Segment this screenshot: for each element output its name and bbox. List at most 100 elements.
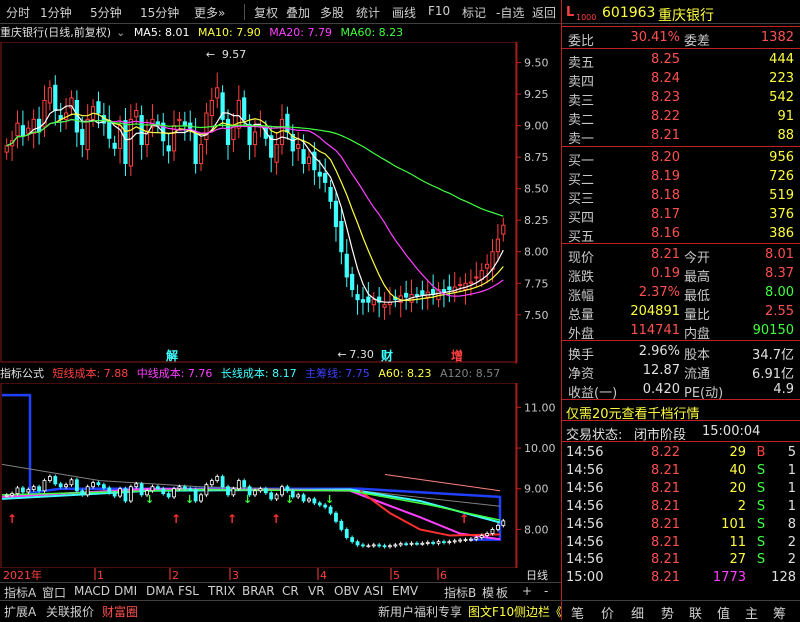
related-quote-button[interactable]: 关联报价 xyxy=(46,603,94,620)
tab-trend[interactable]: 势 xyxy=(661,603,674,622)
indicator-title[interactable]: 指标公式 xyxy=(0,367,44,380)
tab-indicator-b[interactable]: 指标B xyxy=(444,584,476,601)
candle-body xyxy=(344,253,349,278)
bid-volume: 726 xyxy=(769,169,794,184)
tab-timeshare[interactable]: 分时 xyxy=(6,4,30,21)
tab-detail[interactable]: 细 xyxy=(631,603,644,622)
tab-cr[interactable]: CR xyxy=(282,584,299,598)
tab-emv[interactable]: EMV xyxy=(392,584,418,598)
mini-candle-body xyxy=(91,482,95,488)
bid-row[interactable]: 买二 8.19 726 xyxy=(562,167,800,188)
indicator-chart[interactable]: 11.00 10.00 9.00 8.00 ↑ ↑ ↑ ↑ ↑ ↓ ↓ ↓ ↓ ↓ xyxy=(0,383,558,568)
bid-row[interactable]: 买三 8.18 519 xyxy=(562,186,800,207)
mini-candle-body xyxy=(393,544,398,547)
bid-volume: 376 xyxy=(769,207,794,222)
draw-line-button[interactable]: 画线 xyxy=(392,4,416,21)
y-tick-label: 8.25 xyxy=(524,214,549,227)
trade-side: S xyxy=(756,552,766,568)
adjust-button[interactable]: 复权 xyxy=(254,4,278,21)
chevron-down-icon[interactable]: ⌄ xyxy=(116,26,125,39)
tab-5min[interactable]: 5分钟 xyxy=(90,4,122,21)
tab-dmi[interactable]: DMI xyxy=(114,584,137,598)
mini-candle-body xyxy=(64,484,68,488)
candle-body xyxy=(209,99,214,117)
tab-vr[interactable]: VR xyxy=(308,584,325,598)
weicha-label: 委差 xyxy=(684,34,711,49)
tab-fsl[interactable]: FSL xyxy=(178,584,199,598)
trade-price: 8.21 xyxy=(651,498,680,514)
mini-candle-body xyxy=(404,543,409,546)
candlestick-chart[interactable]: 9.50 9.25 9.00 8.75 8.50 8.25 8.00 7.75 7.50 9.57… xyxy=(0,42,558,364)
tab-board[interactable]: 板 xyxy=(496,584,508,601)
zoom-in-button[interactable]: + xyxy=(522,584,532,598)
tab-main[interactable]: 主 xyxy=(745,603,758,622)
tab-price[interactable]: 价 xyxy=(601,603,614,622)
tab-macd[interactable]: MACD xyxy=(74,584,110,598)
y-tick-label: 9.50 xyxy=(524,57,549,70)
tab-window[interactable]: 窗口 xyxy=(42,584,66,601)
add-watchlist-button[interactable]: -自选 xyxy=(496,4,524,21)
mini-candle-body xyxy=(161,488,166,495)
tab-value[interactable]: 值 xyxy=(717,603,730,622)
ma10-legend: MA10: 7.90 xyxy=(198,26,261,39)
mini-candle-body xyxy=(317,502,322,506)
sell-arrow-icon: ↓ xyxy=(243,493,252,506)
tab-chips[interactable]: 筹 xyxy=(773,603,786,622)
extend-a-button[interactable]: 扩展A xyxy=(4,603,36,620)
wealth-circle-button[interactable]: 财富圈 xyxy=(102,603,138,620)
quote-tabs: 笔 价 细 势 联 值 主 筹 xyxy=(561,600,800,622)
tab-trix[interactable]: TRIX xyxy=(208,584,235,598)
mini-candle-body xyxy=(155,486,160,490)
promo-row[interactable]: 仅需20元查看千档行情 xyxy=(562,401,800,422)
event-marker-1: 财 xyxy=(380,348,393,363)
overlay-button[interactable]: 叠加 xyxy=(286,4,310,21)
tab-more[interactable]: 更多» xyxy=(194,4,225,21)
month-label: 4 xyxy=(320,569,327,582)
bid-row[interactable]: 买一 8.20 956 xyxy=(562,148,800,169)
f10-text-button[interactable]: 图文F10 xyxy=(468,603,514,620)
tab-dma[interactable]: DMA xyxy=(146,584,174,598)
trade-side: B xyxy=(756,445,766,460)
candle-body xyxy=(414,294,420,297)
ask-price: 8.22 xyxy=(651,109,680,124)
trade-side: S xyxy=(756,480,766,496)
tab-obv[interactable]: OBV xyxy=(334,584,360,598)
tab-ticks[interactable]: 笔 xyxy=(571,603,584,622)
tab-template[interactable]: 模 xyxy=(482,584,494,601)
tab-linked[interactable]: 联 xyxy=(689,603,702,622)
mini-candle-body xyxy=(296,494,301,498)
ask-row[interactable]: 卖三 8.23 542 xyxy=(562,88,800,109)
long-cost-legend: 长线成本: 8.17 xyxy=(220,367,297,380)
zoom-out-button[interactable]: - xyxy=(544,584,548,598)
indicator-plot-frame xyxy=(0,383,518,568)
level-badge: L xyxy=(566,5,575,20)
ask-row[interactable]: 卖四 8.24 223 xyxy=(562,69,800,90)
upper-band-line xyxy=(384,474,501,492)
sidebar-toggle-button[interactable]: 侧边栏《 xyxy=(514,603,562,620)
ask-row[interactable]: 卖五 8.25 444 xyxy=(562,50,800,71)
back-button[interactable]: 返回 xyxy=(532,4,556,21)
candle-body xyxy=(96,101,101,114)
tab-15min[interactable]: 15分钟 xyxy=(140,4,179,21)
tab-asi[interactable]: ASI xyxy=(364,584,383,598)
tab-indicator-a[interactable]: 指标A xyxy=(4,584,36,601)
sell-arrow-icon: ↓ xyxy=(185,493,194,506)
mini-candle-body xyxy=(501,520,506,526)
candle-body xyxy=(296,144,301,149)
mini-candle-body xyxy=(177,486,182,490)
multi-stock-button[interactable]: 多股 xyxy=(320,4,344,21)
f10-button[interactable]: F10 xyxy=(428,4,450,18)
new-user-promo-link[interactable]: 新用户福利专享 xyxy=(378,603,462,620)
bid-row[interactable]: 买四 8.17 376 xyxy=(562,205,800,226)
candle-body xyxy=(495,238,501,253)
tab-1min[interactable]: 1分钟 xyxy=(40,4,72,21)
mini-candle-body xyxy=(209,480,214,486)
mark-button[interactable]: 标记 xyxy=(462,4,486,21)
ask-row[interactable]: 卖二 8.22 91 xyxy=(562,107,800,128)
candle-body xyxy=(193,132,198,164)
bid-row[interactable]: 买五 8.16 386 xyxy=(562,224,800,245)
tab-brar[interactable]: BRAR xyxy=(242,584,275,598)
stat-row: 涨跌 0.19 最高 8.37 xyxy=(562,264,800,285)
ask-row[interactable]: 卖一 8.21 88 xyxy=(562,126,800,147)
stats-button[interactable]: 统计 xyxy=(356,4,380,21)
